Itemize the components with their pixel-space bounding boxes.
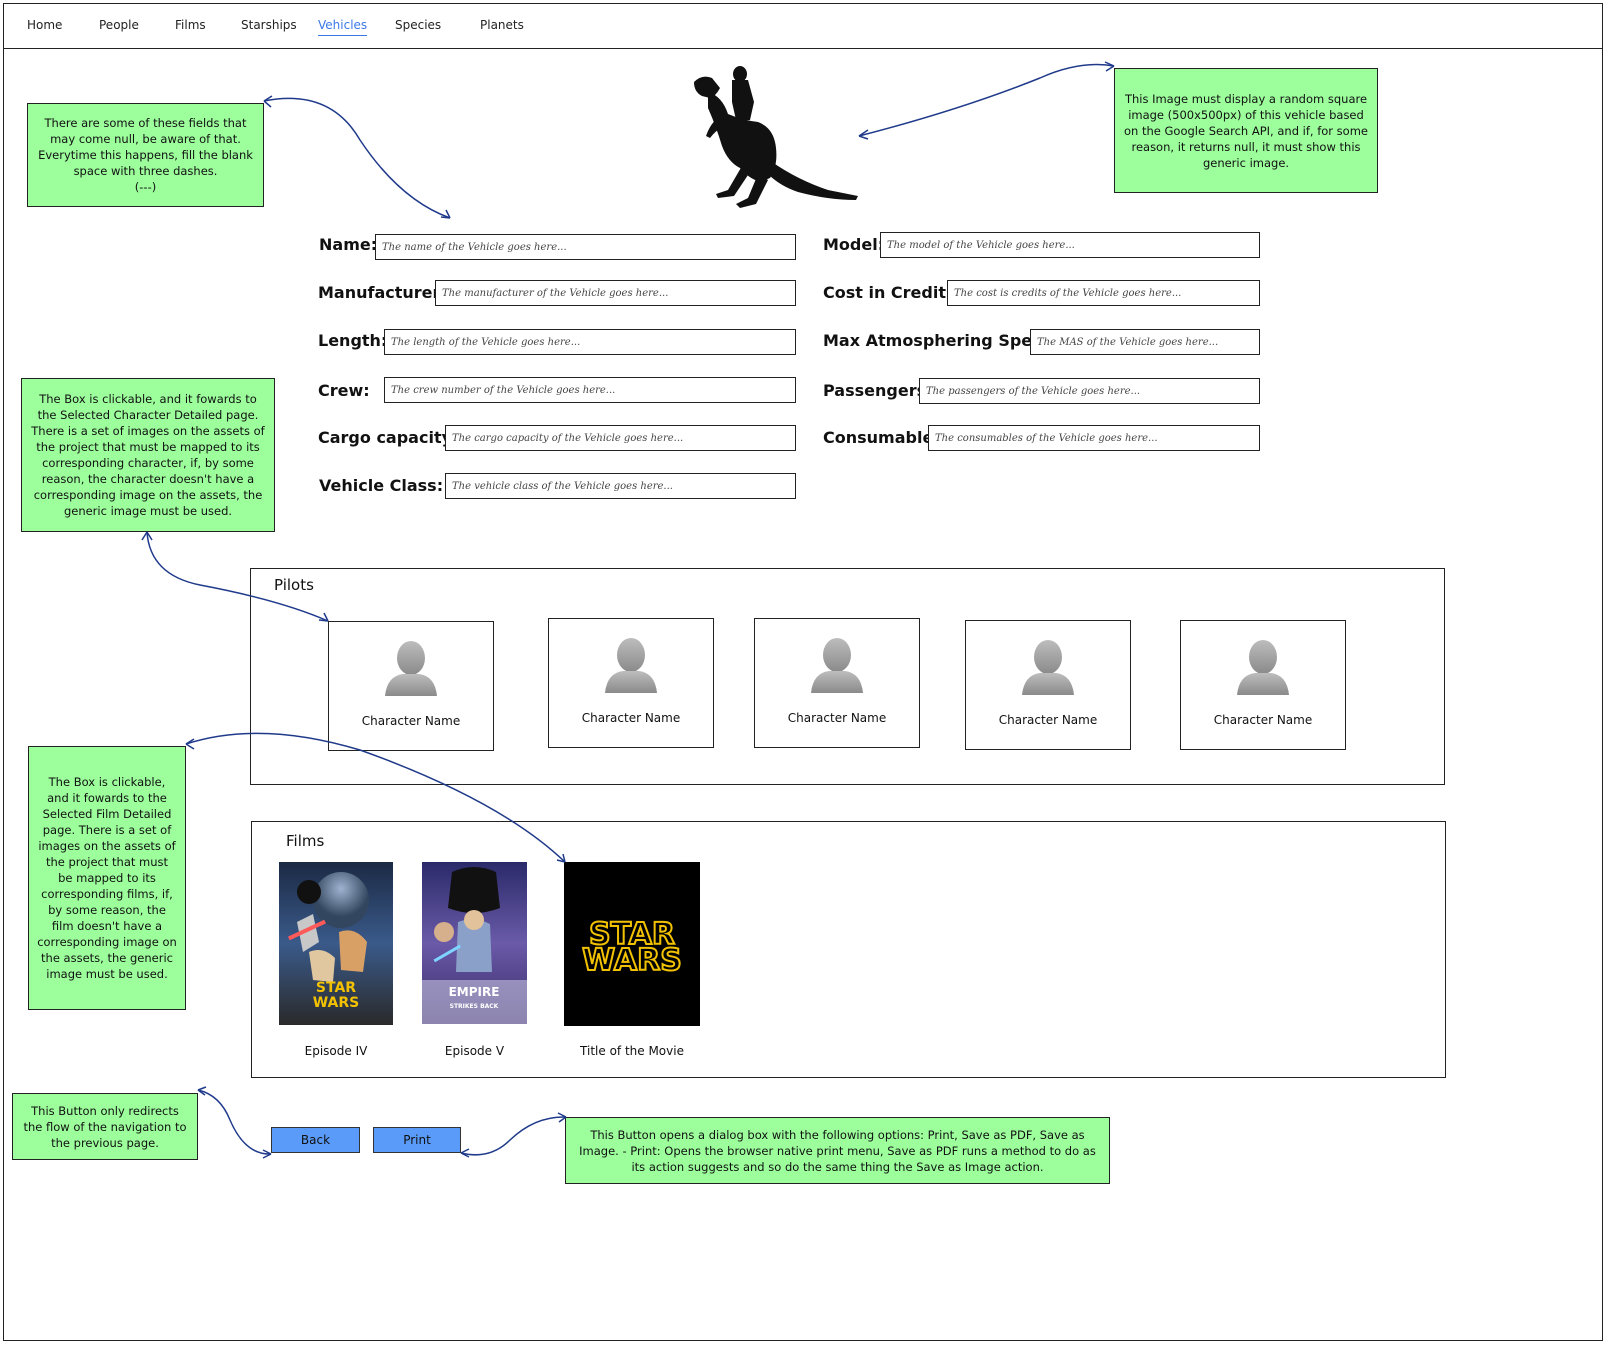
nav-films[interactable]: Films [175,18,206,35]
avatar-placeholder-icon [605,638,657,693]
pilots-title: Pilots [274,576,314,594]
print-button[interactable]: Print [373,1127,461,1153]
film-title: Title of the Movie [580,1044,684,1058]
film-title: Episode V [444,1044,505,1058]
avatar-placeholder-icon [1237,640,1289,695]
nav-vehicles[interactable]: Vehicles [318,18,368,36]
length-label: Length: [318,331,388,350]
film-poster-generic: STAR WARS [564,862,700,1026]
manufacturer-label: Manufacturer: [318,283,447,302]
nav-people[interactable]: People [99,18,139,35]
length-field[interactable] [384,329,796,355]
note-print-button: This Button opens a dialog box with the … [565,1117,1110,1184]
note-pilots-box: The Box is clickable, and it fowards to … [21,378,275,532]
character-card[interactable]: Character Name [965,620,1131,750]
character-name: Character Name [361,714,461,728]
svg-text:EMPIRE: EMPIRE [449,985,500,999]
manufacturer-field[interactable] [435,280,796,306]
note-films-box: The Box is clickable, and it fowards to … [28,746,186,1010]
top-navbar: Home People Films Starships Vehicles Spe… [4,6,1603,49]
cost-label: Cost in Credits: [823,283,962,302]
model-label: Model: [823,235,885,254]
character-name: Character Name [787,711,887,725]
note-vehicle-image: This Image must display a random square … [1114,68,1378,193]
tauntaun-silhouette-icon [694,66,858,208]
character-name: Character Name [581,711,681,725]
name-label: Name: [319,235,378,254]
film-poster-episode-v: EMPIRE STRIKES BACK [422,862,527,1024]
svg-text:STAR: STAR [316,980,356,996]
character-card[interactable]: Character Name [754,618,920,748]
svg-text:STRIKES BACK: STRIKES BACK [450,1003,499,1010]
svg-text:WARS: WARS [313,995,360,1011]
film-card[interactable]: EMPIRE STRIKES BACK Episode V [422,862,527,1058]
passengers-label: Passengers: [823,381,933,400]
model-field[interactable] [880,232,1260,258]
mas-label: Max Atmosphering Speed: [823,331,1061,350]
mas-field[interactable] [1030,329,1260,355]
avatar-placeholder-icon [1022,640,1074,695]
consumables-field[interactable] [928,425,1260,451]
crew-label: Crew: [318,381,370,400]
nav-starships[interactable]: Starships [241,18,297,35]
films-title: Films [286,832,325,850]
character-name: Character Name [998,713,1098,727]
nav-species[interactable]: Species [395,18,441,35]
character-card[interactable]: Character Name [1180,620,1346,750]
cargo-label: Cargo capacity: [318,428,459,447]
note-null-fields: There are some of these fields that may … [27,103,264,207]
note-back-button: This Button only redirects the flow of t… [12,1093,198,1160]
avatar-placeholder-icon [811,638,863,693]
back-button[interactable]: Back [271,1127,360,1153]
character-card[interactable]: Character Name [328,621,494,751]
name-field[interactable] [375,234,796,260]
cost-field[interactable] [947,280,1260,306]
passengers-field[interactable] [919,378,1260,404]
nav-planets[interactable]: Planets [480,18,524,35]
character-card[interactable]: Character Name [548,618,714,748]
vehicle-image [688,62,863,212]
vehicle-class-label: Vehicle Class: [319,476,444,495]
film-card[interactable]: STAR WARS Episode IV [279,862,393,1058]
film-poster-episode-iv: STAR WARS [279,862,393,1025]
cargo-field[interactable] [445,425,796,451]
svg-text:WARS: WARS [582,943,682,978]
nav-home[interactable]: Home [27,18,62,35]
character-name: Character Name [1213,713,1313,727]
film-card[interactable]: STAR WARS Title of the Movie [564,862,700,1058]
crew-field[interactable] [384,377,796,403]
vehicle-class-field[interactable] [445,473,796,499]
avatar-placeholder-icon [385,641,437,696]
